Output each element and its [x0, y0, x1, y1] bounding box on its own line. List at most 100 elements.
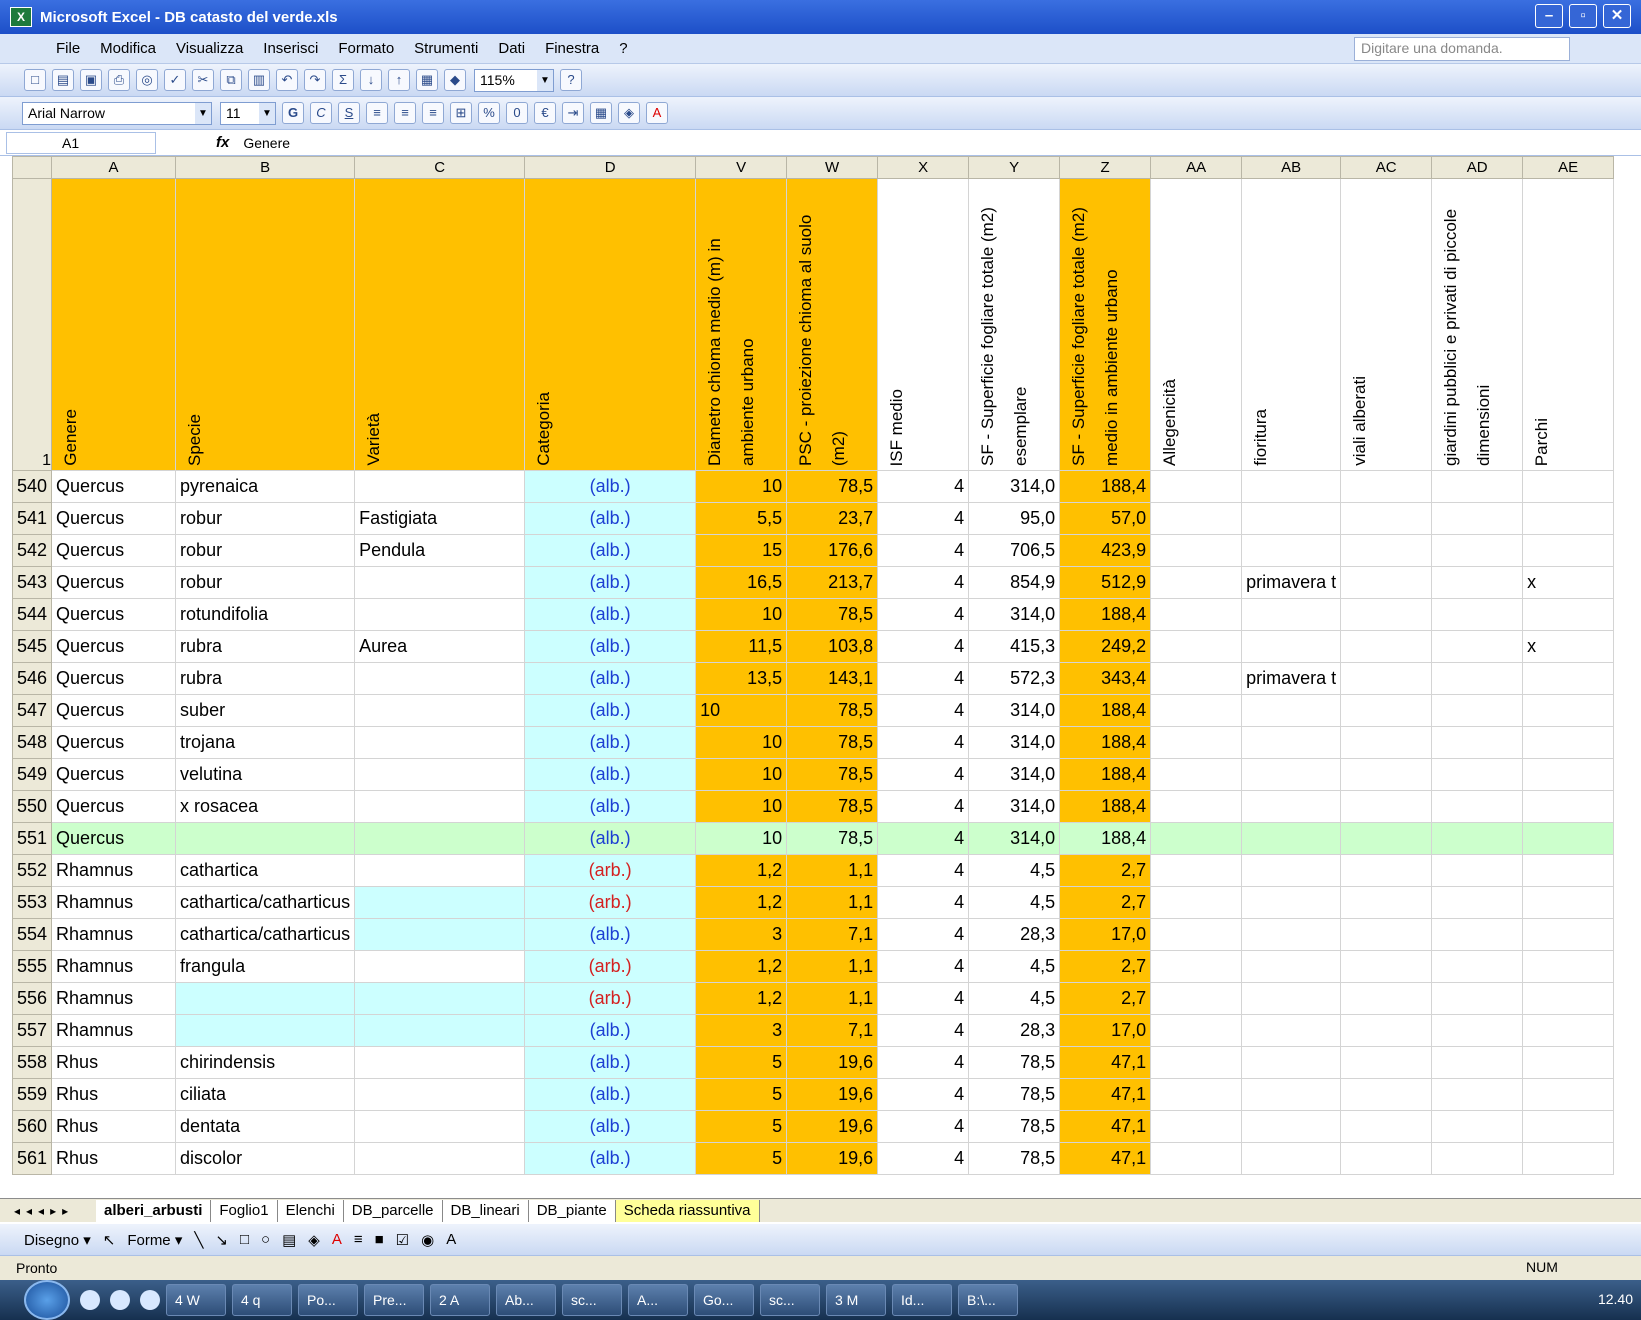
cell-aa[interactable]	[1150, 982, 1243, 1015]
row-number[interactable]: 551	[12, 822, 53, 855]
cell-x[interactable]: 4	[877, 694, 970, 727]
row-number[interactable]: 547	[12, 694, 53, 727]
cell-aa[interactable]	[1150, 758, 1243, 791]
cell-d[interactable]: (arb.)	[524, 854, 697, 887]
cell-d[interactable]: (arb.)	[524, 950, 697, 983]
copy-icon[interactable]: ⧉	[220, 69, 242, 91]
cell-x[interactable]: 4	[877, 630, 970, 663]
header-cell-viali[interactable]: viali alberati	[1340, 178, 1433, 471]
cell-z[interactable]: 188,4	[1059, 694, 1152, 727]
formula-input[interactable]: Genere	[243, 135, 290, 151]
align-center-icon[interactable]: ≡	[394, 102, 416, 124]
cell-b[interactable]: ciliata	[175, 1078, 356, 1111]
cell-c[interactable]	[354, 758, 526, 791]
cell-ab[interactable]	[1241, 694, 1342, 727]
cell-x[interactable]: 4	[877, 982, 970, 1015]
cell-ac[interactable]	[1340, 502, 1433, 535]
cell-c[interactable]	[354, 918, 526, 951]
indent-icon[interactable]: ⇥	[562, 102, 584, 124]
cell-x[interactable]: 4	[877, 1142, 970, 1175]
cell-w[interactable]: 1,1	[786, 886, 879, 919]
cell-y[interactable]: 314,0	[968, 758, 1061, 791]
cell-v[interactable]: 5	[695, 1078, 788, 1111]
cell-ae[interactable]	[1522, 1110, 1615, 1143]
cell-w[interactable]: 78,5	[786, 726, 879, 759]
cell-aa[interactable]	[1150, 566, 1243, 599]
cell-ae[interactable]	[1522, 502, 1615, 535]
row-number[interactable]: 549	[12, 758, 53, 791]
cell-y[interactable]: 4,5	[968, 982, 1061, 1015]
cell-v[interactable]: 13,5	[695, 662, 788, 695]
cell-y[interactable]: 78,5	[968, 1110, 1061, 1143]
cell-aa[interactable]	[1150, 1078, 1243, 1111]
taskbar-button[interactable]: Po...	[298, 1284, 358, 1316]
borders-icon[interactable]: ▦	[590, 102, 612, 124]
cell-b[interactable]: frangula	[175, 950, 356, 983]
cell-w[interactable]: 19,6	[786, 1110, 879, 1143]
cell-b[interactable]	[175, 822, 356, 855]
line-icon[interactable]: ╲	[194, 1231, 203, 1249]
sheet-tab-alberi-arbusti[interactable]: alberi_arbusti	[96, 1199, 212, 1222]
row-number[interactable]: 542	[12, 534, 53, 567]
cell-y[interactable]: 28,3	[968, 1014, 1061, 1047]
cell-d[interactable]: (alb.)	[524, 1110, 697, 1143]
cell-x[interactable]: 4	[877, 886, 970, 919]
draw-menu-button[interactable]: Disegno ▾	[24, 1231, 91, 1249]
cell-c[interactable]	[354, 950, 526, 983]
cell-ab[interactable]	[1241, 502, 1342, 535]
thousands-icon[interactable]: 0	[506, 102, 528, 124]
cell-ad[interactable]	[1431, 534, 1524, 567]
cell-w[interactable]: 78,5	[786, 598, 879, 631]
menu-strumenti[interactable]: Strumenti	[414, 40, 478, 57]
merge-icon[interactable]: ⊞	[450, 102, 472, 124]
cell-b[interactable]: robur	[175, 566, 356, 599]
cell-c[interactable]	[354, 854, 526, 887]
column-header[interactable]: A	[51, 156, 177, 179]
cell-ad[interactable]	[1431, 502, 1524, 535]
cell-aa[interactable]	[1150, 630, 1243, 663]
cell-b[interactable]: robur	[175, 502, 356, 535]
cell-b[interactable]: rotundifolia	[175, 598, 356, 631]
cell-ad[interactable]	[1431, 1046, 1524, 1079]
cell-y[interactable]: 314,0	[968, 694, 1061, 727]
drawing-icon[interactable]: ◆	[444, 69, 466, 91]
cell-d[interactable]: (alb.)	[524, 758, 697, 791]
menu-visualizza[interactable]: Visualizza	[176, 40, 243, 57]
menu-inserisci[interactable]: Inserisci	[263, 40, 318, 57]
cell-y[interactable]: 28,3	[968, 918, 1061, 951]
cell-a[interactable]: Quercus	[51, 790, 177, 823]
taskbar-button[interactable]: Id...	[892, 1284, 952, 1316]
explorer-icon[interactable]	[110, 1290, 130, 1310]
cell-c[interactable]	[354, 470, 526, 503]
cell-c[interactable]	[354, 726, 526, 759]
cell-w[interactable]: 1,1	[786, 854, 879, 887]
save-icon[interactable]: ▣	[80, 69, 102, 91]
cell-a[interactable]: Rhamnus	[51, 1014, 177, 1047]
header-cell-genere[interactable]: Genere	[51, 178, 177, 471]
cell-ae[interactable]: x	[1522, 566, 1615, 599]
cell-y[interactable]: 854,9	[968, 566, 1061, 599]
cell-w[interactable]: 78,5	[786, 694, 879, 727]
cell-y[interactable]: 415,3	[968, 630, 1061, 663]
cell-x[interactable]: 4	[877, 918, 970, 951]
column-header[interactable]: AE	[1522, 156, 1615, 179]
cell-aa[interactable]	[1150, 790, 1243, 823]
cell-v[interactable]: 10	[695, 694, 788, 727]
cell-aa[interactable]	[1150, 1142, 1243, 1175]
cell-ad[interactable]	[1431, 790, 1524, 823]
cell-ac[interactable]	[1340, 598, 1433, 631]
cell-a[interactable]: Rhus	[51, 1142, 177, 1175]
cell-d[interactable]: (alb.)	[524, 1046, 697, 1079]
cell-ab[interactable]	[1241, 1046, 1342, 1079]
font-select[interactable]: Arial Narrow ▼	[22, 101, 212, 125]
header-cell-allegenicita[interactable]: Allegenicità	[1150, 178, 1243, 471]
redo-icon[interactable]: ↷	[304, 69, 326, 91]
cell-ac[interactable]	[1340, 1142, 1433, 1175]
taskbar-button[interactable]: 3 M	[826, 1284, 886, 1316]
cell-c[interactable]	[354, 1110, 526, 1143]
column-header[interactable]: C	[354, 156, 526, 179]
header-cell-sf-medio[interactable]: SF - Superficie fogliare totale (m2) med…	[1059, 178, 1152, 471]
cell-ad[interactable]	[1431, 470, 1524, 503]
cell-ac[interactable]	[1340, 1014, 1433, 1047]
cell-d[interactable]: (alb.)	[524, 470, 697, 503]
